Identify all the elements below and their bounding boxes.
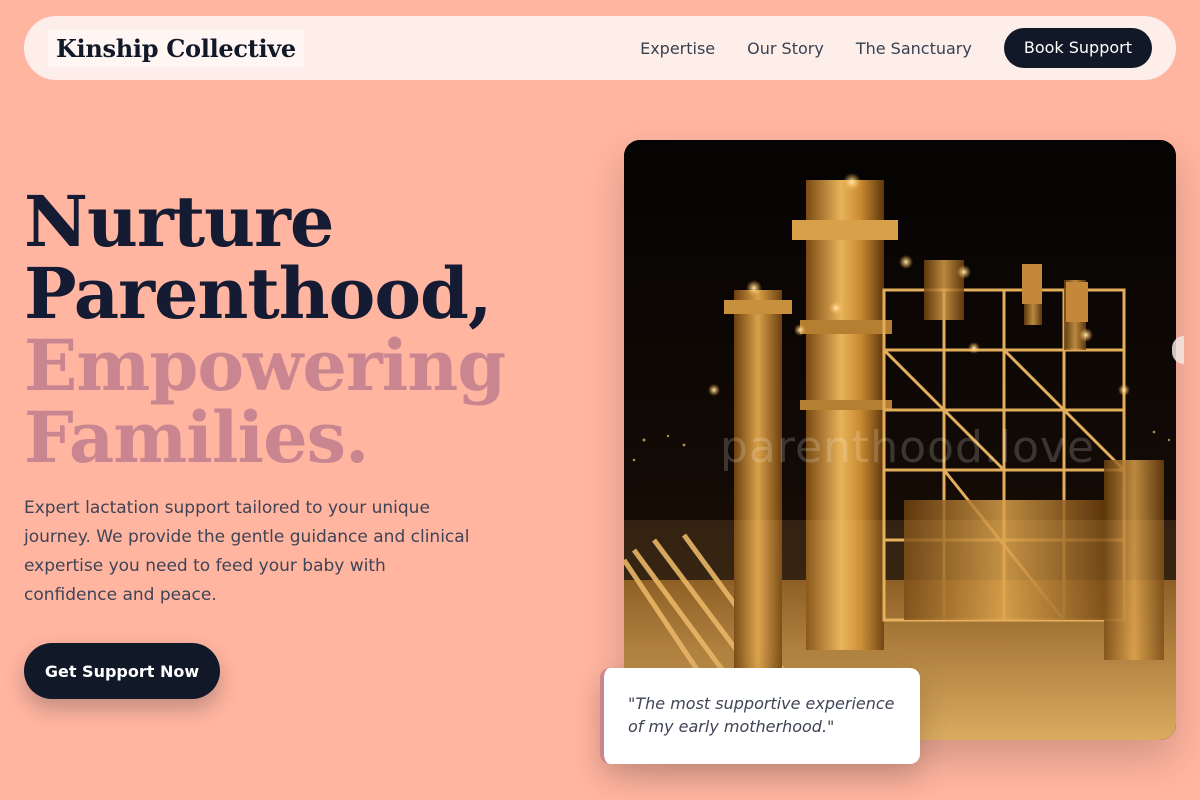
nav-link-the-sanctuary[interactable]: The Sanctuary bbox=[856, 39, 972, 58]
hero-lead-text: Expert lactation support tailored to you… bbox=[24, 498, 470, 605]
nav-links: Expertise Our Story The Sanctuary Book S… bbox=[608, 28, 1152, 68]
nav-link-our-story[interactable]: Our Story bbox=[747, 39, 824, 58]
testimonial-card: "The most supportive experience of my ea… bbox=[600, 668, 920, 764]
headline-line-4: Families. bbox=[24, 396, 369, 479]
book-support-button[interactable]: Book Support bbox=[1003, 28, 1152, 68]
headline-line-3: Empowering bbox=[24, 324, 506, 407]
top-nav: Kinship Collective Expertise Our Story T… bbox=[24, 16, 1176, 80]
brand-logo[interactable]: Kinship Collective bbox=[48, 29, 304, 67]
hero-headline: Nurture Parenthood, Empowering Families. bbox=[24, 186, 584, 474]
testimonial-quote: "The most supportive experience of my ea… bbox=[628, 694, 895, 736]
hero-image: parenthood.love bbox=[624, 140, 1176, 740]
headline-line-2: Parenthood, bbox=[24, 252, 492, 335]
industrial-plant-night-photo bbox=[624, 140, 1176, 740]
get-support-now-button[interactable]: Get Support Now bbox=[24, 643, 220, 699]
page: Kinship Collective Expertise Our Story T… bbox=[0, 0, 1200, 800]
nav-link-expertise[interactable]: Expertise bbox=[640, 39, 715, 58]
headline-line-1: Nurture bbox=[24, 180, 334, 263]
